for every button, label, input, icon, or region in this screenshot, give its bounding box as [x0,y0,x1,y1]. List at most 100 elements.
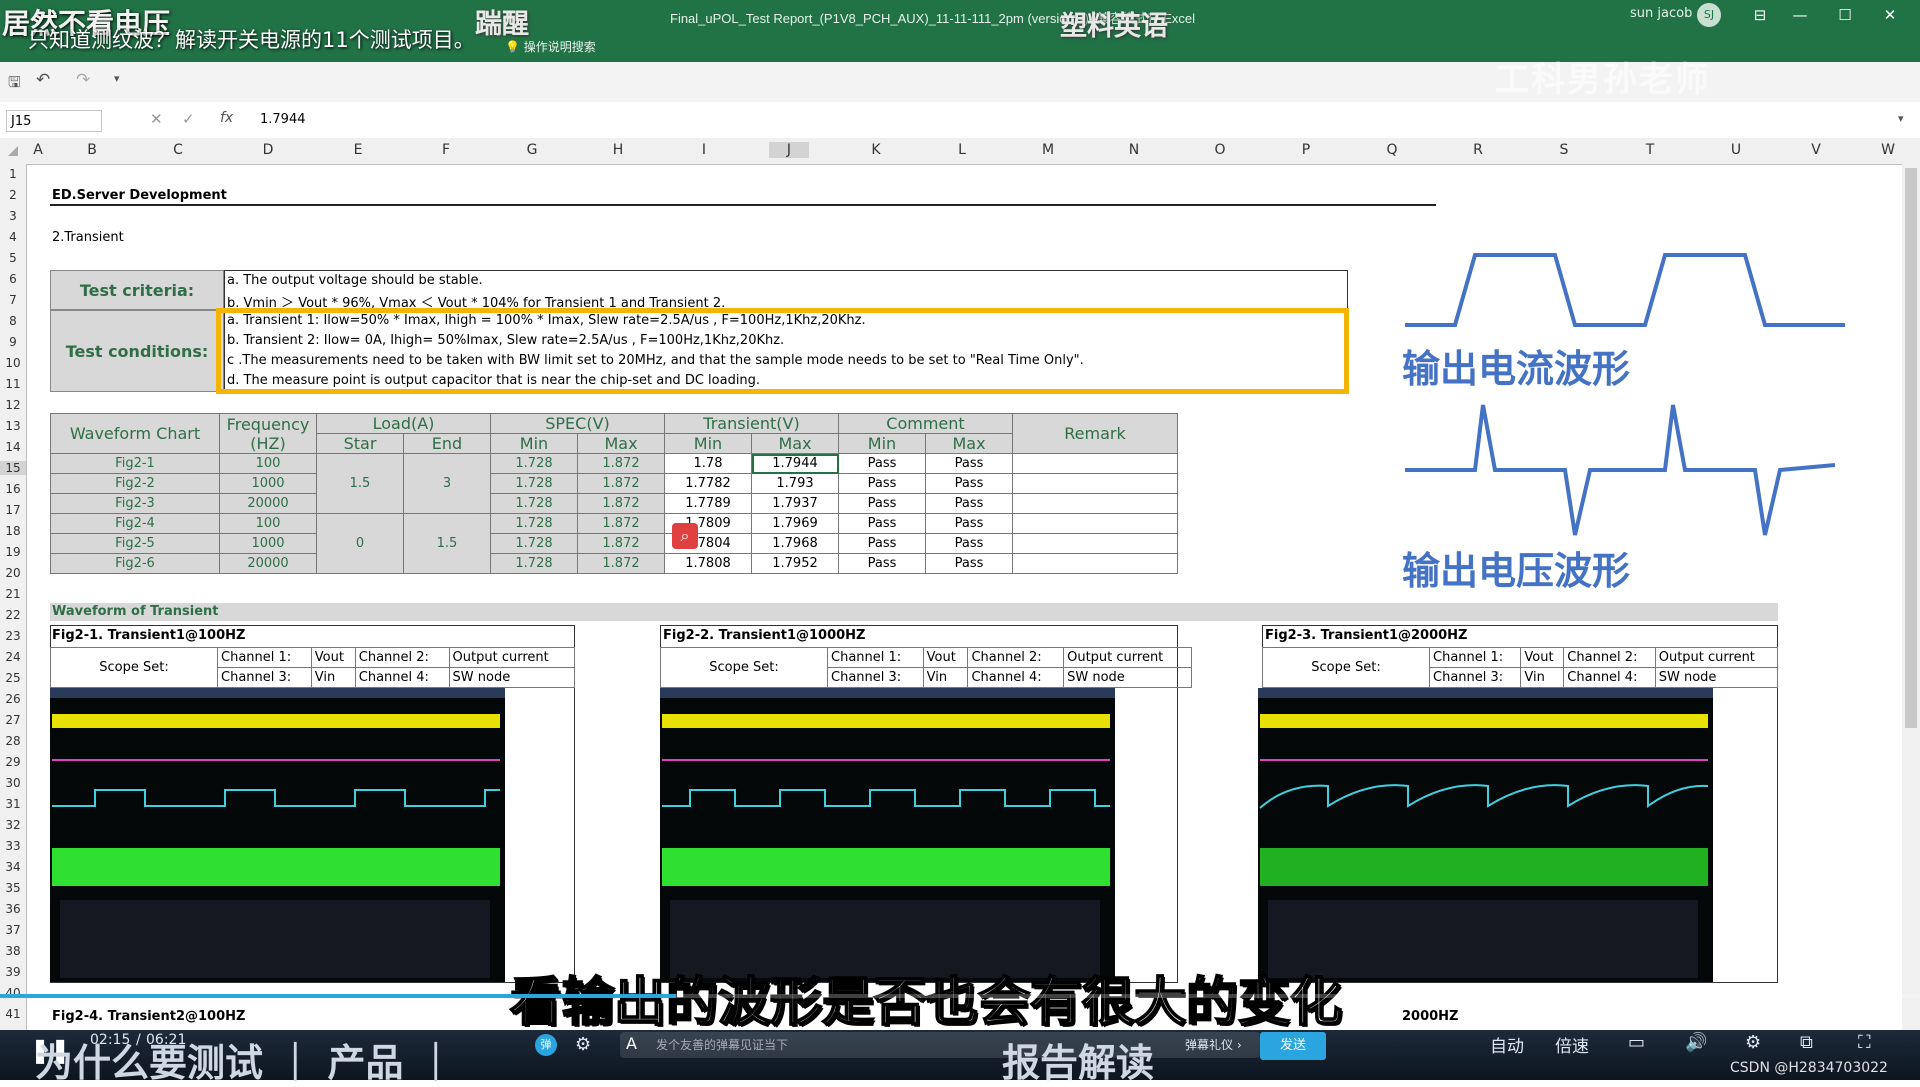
cell-remark[interactable] [1012,453,1178,474]
cell-fig[interactable]: Fig2-6 [50,553,220,574]
cell-comment-max[interactable]: Pass [925,533,1013,554]
cell-spec-max[interactable]: 1.872 [577,513,665,534]
criteria-label[interactable]: Test criteria: [50,270,224,310]
cell-load-start[interactable]: 1.5 [316,453,404,514]
row-header[interactable]: 8 [0,314,26,328]
cell-comment-max[interactable]: Pass [925,453,1013,474]
name-box[interactable]: J15 [6,110,102,132]
row-header[interactable]: 19 [0,545,26,559]
ch1-value[interactable]: Vout [1520,647,1565,668]
row-header[interactable]: 10 [0,356,26,370]
enter-icon[interactable]: ✓ [182,110,195,128]
danmaku-input[interactable]: A 发个友善的弹幕见证当下 弹幕礼仪 › [620,1032,1260,1058]
subtitle-icon[interactable]: ▭ [1628,1032,1645,1053]
row-header[interactable]: 41 [0,1007,26,1021]
minimize-button[interactable]: — [1780,2,1820,28]
row-header[interactable]: 12 [0,398,26,412]
col-header[interactable]: A [18,142,58,158]
row-header[interactable]: 35 [0,881,26,895]
row-header[interactable]: 39 [0,965,26,979]
row-header[interactable]: 28 [0,734,26,748]
scope-label[interactable]: Scope Set: [660,647,828,688]
cell-spec-max[interactable]: 1.872 [577,473,665,494]
cell-remark[interactable] [1012,473,1178,494]
cell-spec-max[interactable]: 1.872 [577,533,665,554]
ch3-value[interactable]: Vin [310,667,356,688]
row-header[interactable]: 1 [0,167,26,181]
cell-fig[interactable]: Fig2-4 [50,513,220,534]
th-load-end[interactable]: End [403,433,491,454]
figure-title-partial[interactable]: 2000HZ [1402,1009,1459,1024]
col-header[interactable]: K [856,142,896,158]
col-header[interactable]: V [1796,142,1836,158]
cell-remark[interactable] [1012,533,1178,554]
row-header[interactable]: 38 [0,944,26,958]
ch2-label[interactable]: Channel 2: [967,647,1065,668]
th-spec-max[interactable]: Max [577,433,665,454]
ch2-value[interactable]: Output current [448,647,576,668]
row-header[interactable]: 11 [0,377,26,391]
col-header[interactable]: Q [1372,142,1412,158]
pip-icon[interactable]: ⧉ [1800,1032,1813,1053]
ch3-value[interactable]: Vin [1520,667,1565,688]
row-header[interactable]: 4 [0,230,26,244]
ch4-value[interactable]: SW node [448,667,576,688]
cell-spec-min[interactable]: 1.728 [490,473,578,494]
cell-spec-min[interactable]: 1.728 [490,493,578,514]
cell-transient-max[interactable]: 1.7937 [751,493,839,514]
ribbon-display-button[interactable]: ⊟ [1740,2,1780,28]
cancel-icon[interactable]: ✕ [150,110,163,128]
figure-title[interactable]: Fig2-1. Transient1@100HZ [52,628,245,643]
row-header[interactable]: 6 [0,272,26,286]
th-transient-min[interactable]: Min [664,433,752,454]
row-header[interactable]: 21 [0,587,26,601]
col-header[interactable]: T [1630,142,1670,158]
row-header[interactable]: 20 [0,566,26,580]
ch4-label[interactable]: Channel 4: [354,667,450,688]
ch3-label[interactable]: Channel 3: [217,667,312,688]
scope-label[interactable]: Scope Set: [50,647,218,688]
col-header[interactable]: I [684,142,724,158]
figure-title[interactable]: Fig2-4. Transient2@100HZ [52,1009,245,1024]
cell-remark[interactable] [1012,513,1178,534]
redo-icon[interactable]: ↷ [76,70,90,90]
ch4-value[interactable]: SW node [1654,667,1779,688]
col-header[interactable]: F [426,142,466,158]
cell-freq[interactable]: 20000 [219,493,317,514]
danmaku-settings-icon[interactable]: ⚙ [575,1034,591,1055]
criteria-cell[interactable]: a. The output voltage should be stable. … [224,270,1348,311]
cell-comment-max[interactable]: Pass [925,473,1013,494]
th-transient[interactable]: Transient(V) [664,413,839,434]
col-header[interactable]: U [1716,142,1756,158]
cell-load-end[interactable]: 1.5 [403,513,491,574]
cell-freq[interactable]: 20000 [219,553,317,574]
cell-transient-max[interactable]: 1.7969 [751,513,839,534]
progress-track[interactable] [0,994,1920,998]
select-all-icon[interactable] [8,146,18,156]
cell-spec-max[interactable]: 1.872 [577,453,665,474]
row-header[interactable]: 18 [0,524,26,538]
row-header[interactable]: 37 [0,923,26,937]
row-header[interactable]: 17 [0,503,26,517]
danmaku-toggle-icon[interactable]: 弹 [535,1034,557,1056]
th-load-star[interactable]: Star [316,433,404,454]
row-header-selected[interactable]: 15 [0,461,26,475]
row-header[interactable]: 27 [0,713,26,727]
row-header[interactable]: 25 [0,671,26,685]
th-frequency[interactable]: Frequency (HZ) [219,413,317,454]
col-header[interactable]: N [1114,142,1154,158]
maximize-button[interactable]: ☐ [1825,2,1865,28]
volume-icon[interactable]: 🔊 [1685,1032,1707,1053]
cell-transient-min[interactable]: 1.7782 [664,473,752,494]
ch1-value[interactable]: Vout [310,647,356,668]
scope-label[interactable]: Scope Set: [1262,647,1430,688]
expand-formula-icon[interactable]: ▾ [1898,112,1904,125]
cell-transient-max[interactable]: 1.7952 [751,553,839,574]
ch2-label[interactable]: Channel 2: [1563,647,1656,668]
undo-icon[interactable]: ↶ [36,70,50,90]
speed-button[interactable]: 倍速 [1555,1032,1589,1057]
cell-freq[interactable]: 100 [219,453,317,474]
row-header[interactable]: 5 [0,251,26,265]
ch4-value[interactable]: SW node [1063,667,1192,688]
cell-transient-min[interactable]: 1.7789 [664,493,752,514]
